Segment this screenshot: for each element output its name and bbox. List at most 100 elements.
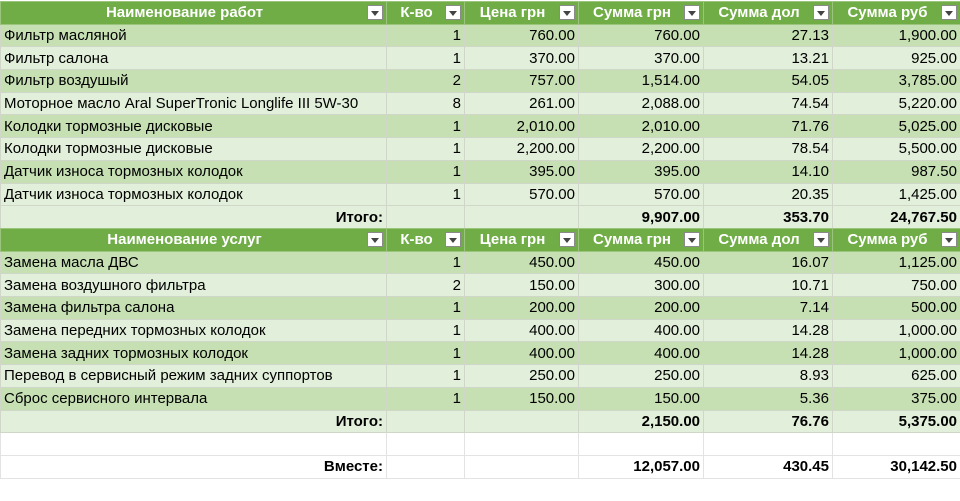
price-cell[interactable]: 757.00	[464, 69, 579, 93]
price-cell[interactable]: 150.00	[464, 386, 579, 411]
total-sum-uah-cell[interactable]: 9,907.00	[578, 205, 704, 229]
total-sum-uah-cell[interactable]: 2,150.00	[578, 409, 704, 434]
price-cell[interactable]: 400.00	[464, 341, 579, 366]
sum-uah-cell[interactable]: 2,088.00	[578, 91, 704, 116]
item-name-cell[interactable]: Сброс сервисного интервала	[0, 386, 387, 411]
sum-uah-cell[interactable]: 200.00	[578, 296, 704, 320]
quantity-cell[interactable]: 1	[386, 364, 465, 388]
item-name-cell[interactable]: Датчик износа тормозных колодок	[0, 159, 387, 184]
filter-dropdown-icon[interactable]	[367, 5, 383, 20]
price-cell[interactable]: 261.00	[464, 91, 579, 116]
sum-rub-cell[interactable]: 375.00	[832, 386, 960, 411]
filter-dropdown-icon[interactable]	[445, 5, 461, 20]
price-cell[interactable]: 2,010.00	[464, 114, 579, 139]
total-label-cell[interactable]: Итого:	[0, 409, 387, 434]
sum-rub-cell[interactable]: 500.00	[832, 296, 960, 320]
sum-rub-cell[interactable]: 1,425.00	[832, 182, 960, 207]
item-name-cell[interactable]: Датчик износа тормозных колодок	[0, 182, 387, 207]
sum-usd-cell[interactable]: 7.14	[703, 296, 833, 320]
quantity-cell[interactable]: 1	[386, 137, 465, 161]
price-cell[interactable]: 395.00	[464, 159, 579, 184]
item-name-cell[interactable]: Замена передних тормозных колодок	[0, 318, 387, 343]
sum-uah-cell[interactable]: 250.00	[578, 364, 704, 388]
item-name-cell[interactable]: Фильтр салона	[0, 46, 387, 71]
quantity-cell[interactable]: 1	[386, 296, 465, 320]
sum-uah-cell[interactable]: 1,514.00	[578, 69, 704, 93]
sum-uah-cell[interactable]: 400.00	[578, 341, 704, 366]
sum-usd-cell[interactable]: 27.13	[703, 23, 833, 48]
quantity-cell[interactable]: 1	[386, 23, 465, 48]
sum-rub-cell[interactable]: 925.00	[832, 46, 960, 71]
sum-usd-cell[interactable]: 74.54	[703, 91, 833, 116]
price-cell[interactable]: 570.00	[464, 182, 579, 207]
sum-rub-cell[interactable]: 5,220.00	[832, 91, 960, 116]
item-name-cell[interactable]: Замена задних тормозных колодок	[0, 341, 387, 366]
filter-dropdown-icon[interactable]	[445, 232, 461, 247]
empty-cell[interactable]	[386, 205, 465, 229]
empty-cell[interactable]	[464, 409, 579, 434]
total-sum-rub-cell[interactable]: 24,767.50	[832, 205, 960, 229]
sum-rub-cell[interactable]: 1,125.00	[832, 250, 960, 275]
empty-cell[interactable]	[386, 454, 465, 479]
item-name-cell[interactable]: Замена воздушного фильтра	[0, 273, 387, 298]
empty-cell[interactable]	[464, 432, 579, 456]
empty-cell[interactable]	[832, 432, 960, 456]
sum-rub-cell[interactable]: 1,000.00	[832, 341, 960, 366]
total-label-cell[interactable]: Итого:	[0, 205, 387, 229]
item-name-cell[interactable]: Фильтр воздушый	[0, 69, 387, 93]
price-cell[interactable]: 450.00	[464, 250, 579, 275]
sum-usd-cell[interactable]: 14.28	[703, 341, 833, 366]
filter-dropdown-icon[interactable]	[941, 5, 957, 20]
item-name-cell[interactable]: Колодки тормозные дисковые	[0, 137, 387, 161]
grand-total-rub-cell[interactable]: 30,142.50	[832, 454, 960, 479]
empty-cell[interactable]	[578, 432, 704, 456]
sum-rub-cell[interactable]: 987.50	[832, 159, 960, 184]
item-name-cell[interactable]: Колодки тормозные дисковые	[0, 114, 387, 139]
sum-rub-cell[interactable]: 3,785.00	[832, 69, 960, 93]
sum-uah-cell[interactable]: 2,200.00	[578, 137, 704, 161]
sum-uah-cell[interactable]: 300.00	[578, 273, 704, 298]
sum-rub-cell[interactable]: 1,900.00	[832, 23, 960, 48]
empty-cell[interactable]	[386, 409, 465, 434]
grand-total-label-cell[interactable]: Вместе:	[0, 454, 387, 479]
quantity-cell[interactable]: 1	[386, 318, 465, 343]
filter-dropdown-icon[interactable]	[941, 232, 957, 247]
sum-usd-cell[interactable]: 78.54	[703, 137, 833, 161]
quantity-cell[interactable]: 1	[386, 46, 465, 71]
total-sum-usd-cell[interactable]: 76.76	[703, 409, 833, 434]
empty-cell[interactable]	[703, 432, 833, 456]
filter-dropdown-icon[interactable]	[684, 232, 700, 247]
quantity-cell[interactable]: 1	[386, 386, 465, 411]
sum-usd-cell[interactable]: 5.36	[703, 386, 833, 411]
sum-uah-cell[interactable]: 395.00	[578, 159, 704, 184]
price-cell[interactable]: 760.00	[464, 23, 579, 48]
empty-cell[interactable]	[464, 454, 579, 479]
sum-usd-cell[interactable]: 8.93	[703, 364, 833, 388]
quantity-cell[interactable]: 1	[386, 250, 465, 275]
quantity-cell[interactable]: 1	[386, 182, 465, 207]
quantity-cell[interactable]: 2	[386, 69, 465, 93]
grand-total-uah-cell[interactable]: 12,057.00	[578, 454, 704, 479]
filter-dropdown-icon[interactable]	[559, 232, 575, 247]
price-cell[interactable]: 2,200.00	[464, 137, 579, 161]
item-name-cell[interactable]: Фильтр масляной	[0, 23, 387, 48]
item-name-cell[interactable]: Моторное масло Aral SuperTronic Longlife…	[0, 91, 387, 116]
total-sum-usd-cell[interactable]: 353.70	[703, 205, 833, 229]
quantity-cell[interactable]: 8	[386, 91, 465, 116]
item-name-cell[interactable]: Перевод в сервисный режим задних суппорт…	[0, 364, 387, 388]
item-name-cell[interactable]: Замена масла ДВС	[0, 250, 387, 275]
price-cell[interactable]: 370.00	[464, 46, 579, 71]
quantity-cell[interactable]: 1	[386, 114, 465, 139]
quantity-cell[interactable]: 2	[386, 273, 465, 298]
quantity-cell[interactable]: 1	[386, 159, 465, 184]
sum-usd-cell[interactable]: 14.10	[703, 159, 833, 184]
item-name-cell[interactable]: Замена фильтра салона	[0, 296, 387, 320]
quantity-cell[interactable]: 1	[386, 341, 465, 366]
sum-rub-cell[interactable]: 5,500.00	[832, 137, 960, 161]
grand-total-usd-cell[interactable]: 430.45	[703, 454, 833, 479]
sum-usd-cell[interactable]: 10.71	[703, 273, 833, 298]
empty-cell[interactable]	[464, 205, 579, 229]
sum-rub-cell[interactable]: 5,025.00	[832, 114, 960, 139]
sum-uah-cell[interactable]: 450.00	[578, 250, 704, 275]
filter-dropdown-icon[interactable]	[559, 5, 575, 20]
